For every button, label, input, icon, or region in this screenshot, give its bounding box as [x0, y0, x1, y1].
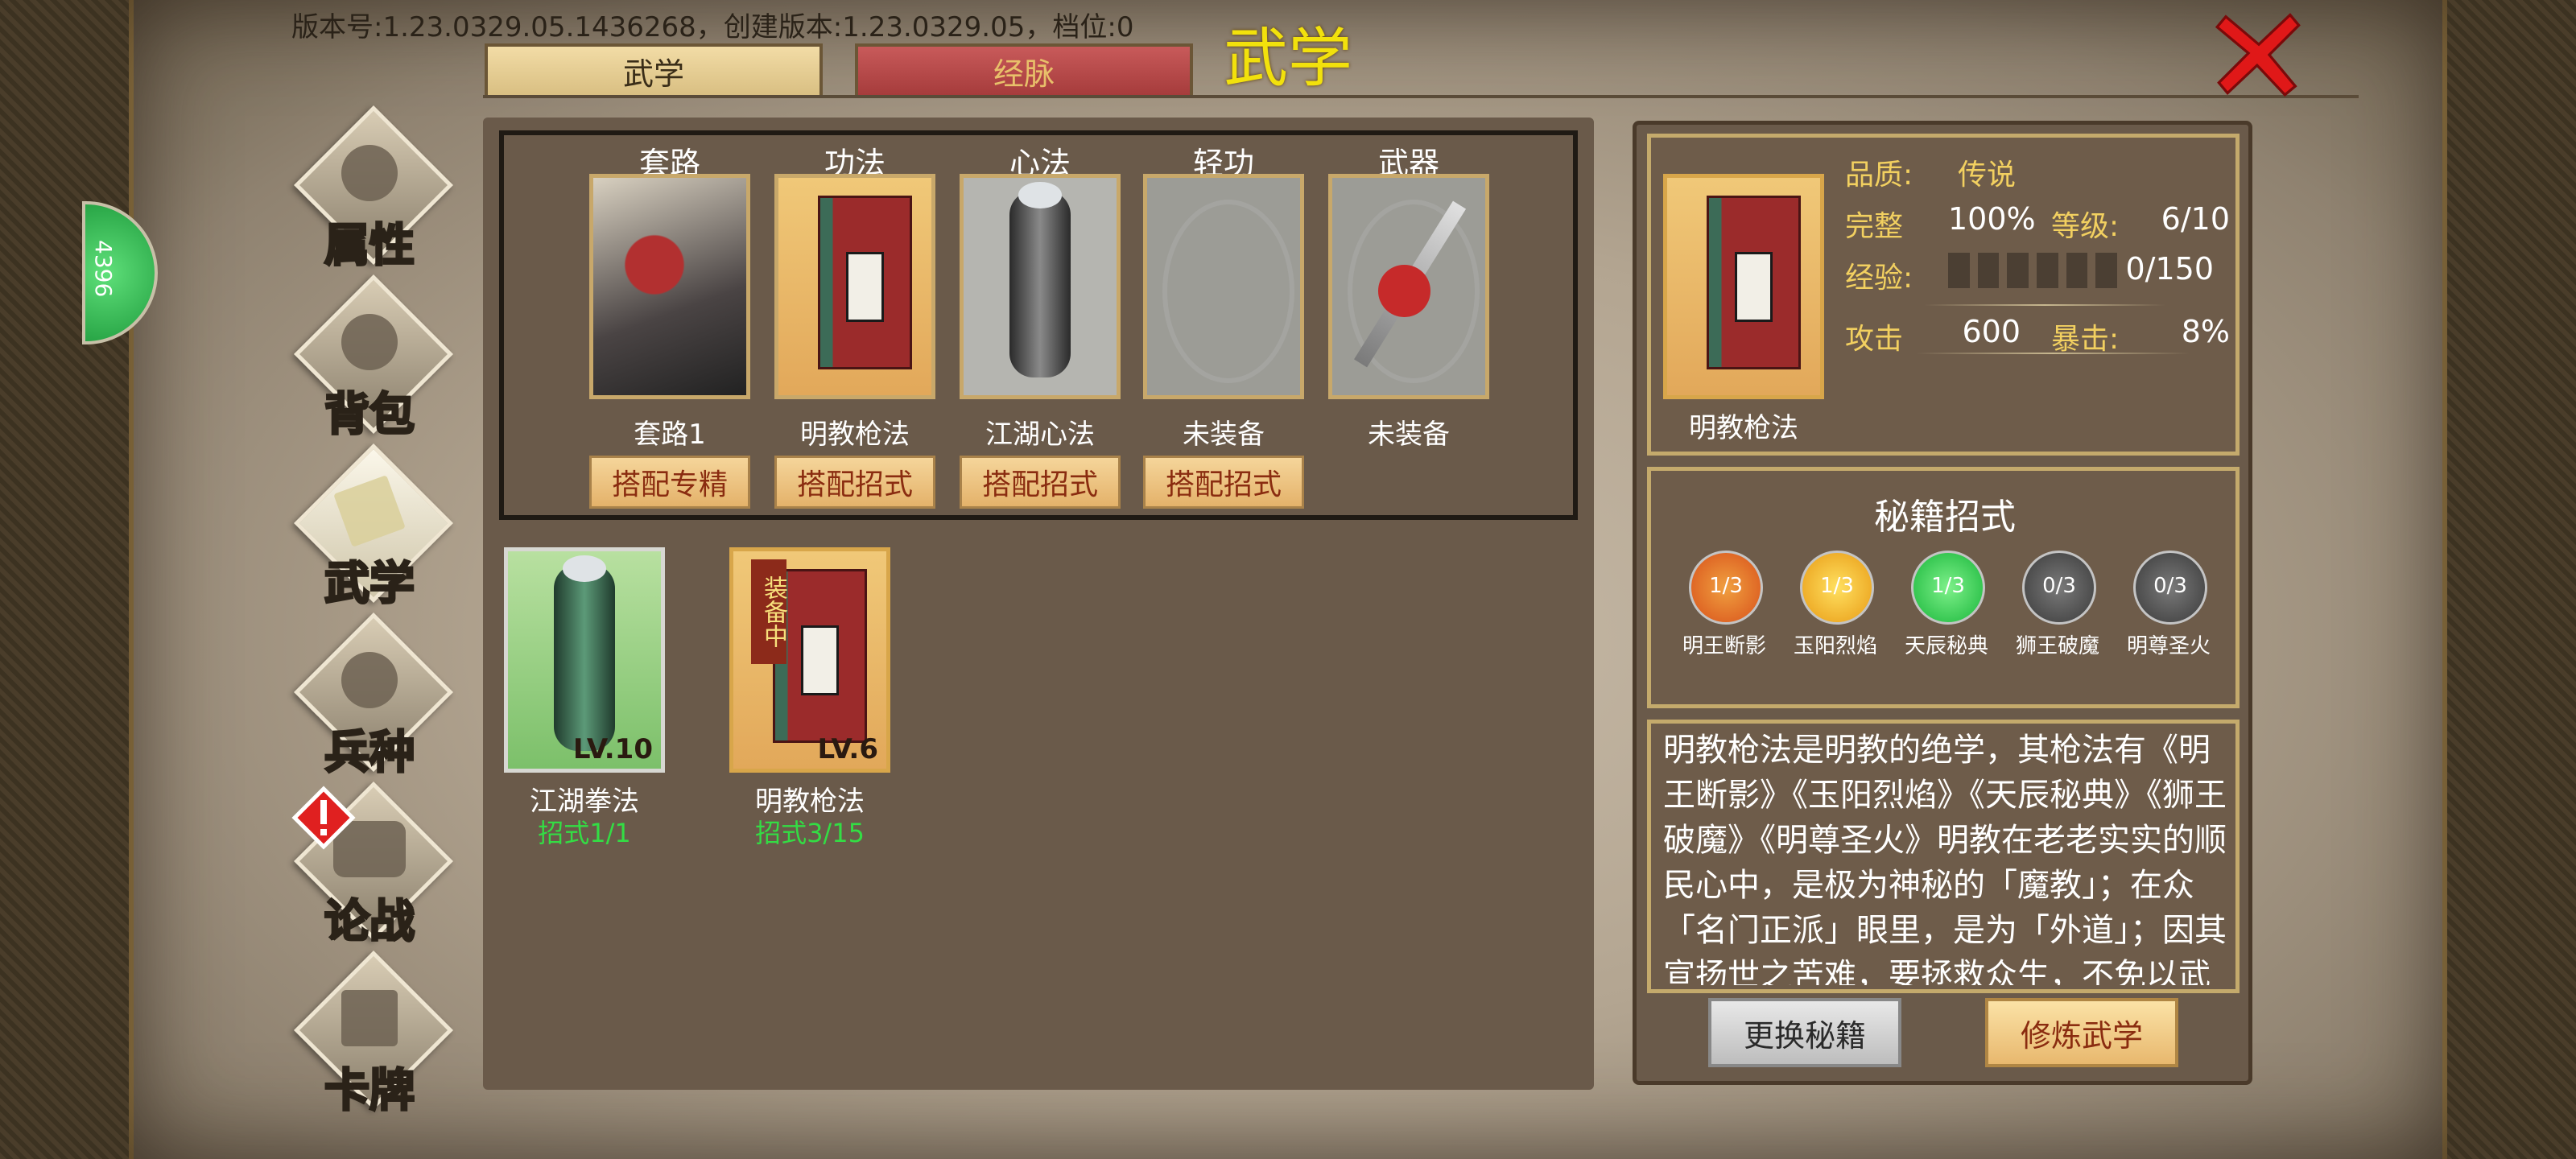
quality-label: 品质:	[1845, 159, 1913, 192]
alert-icon	[291, 786, 356, 850]
tab-meridians[interactable]: 经脉	[855, 43, 1193, 98]
sidebar-item-label: 背包	[324, 387, 416, 443]
slot-name: 明教枪法	[800, 419, 910, 451]
book-tag	[1734, 251, 1773, 322]
lock-icon: 0/3	[2022, 551, 2096, 625]
skill-name: 明王断影	[1682, 634, 1766, 658]
item-level: LV.6	[817, 733, 879, 765]
side-pull-tab-text: 4396	[90, 240, 117, 298]
divider	[1916, 353, 2190, 354]
header-divider	[483, 95, 2359, 98]
skill-item[interactable]: 1/3 天辰秘典	[1890, 551, 2003, 659]
skill-item[interactable]: 1/3 明王断影	[1668, 551, 1781, 659]
equipped-badge: 装备中	[751, 559, 787, 664]
tab-martial-arts[interactable]: 武学	[485, 43, 823, 98]
close-icon[interactable]	[2215, 10, 2302, 97]
bag-icon	[341, 314, 398, 370]
dragon-emblem-icon	[1162, 200, 1294, 383]
complete-value: 100%	[1948, 201, 2036, 237]
slot-name: 未装备	[1183, 419, 1265, 451]
match-moves-button[interactable]: 搭配招式	[960, 456, 1121, 509]
slot-card-technique[interactable]	[774, 174, 935, 399]
fire-icon: 1/3	[1800, 551, 1874, 625]
warrior-art	[593, 178, 746, 395]
divider	[1924, 304, 2165, 306]
skill-name: 玉阳烈焰	[1793, 634, 1877, 658]
book-tag	[800, 625, 840, 695]
level-value: 6/10	[2161, 201, 2230, 237]
skill-count: 1/3	[1820, 574, 1854, 598]
book-tag	[845, 251, 885, 322]
skill-name: 天辰秘典	[1904, 634, 1988, 658]
skills-title: 秘籍招式	[1874, 497, 2016, 538]
exp-progress-bar	[1948, 253, 2118, 288]
meditation-icon: 1/3	[1911, 551, 1985, 625]
sidebar-item-label: 武学	[324, 556, 416, 612]
cards-icon	[341, 990, 398, 1046]
slot-name: 未装备	[1368, 419, 1450, 451]
complete-label: 完整	[1845, 210, 1904, 243]
person-icon	[341, 145, 398, 201]
slot-name: 套路1	[634, 419, 706, 451]
sidebar-item-attributes[interactable]: 属性	[293, 105, 453, 274]
page-title: 武学	[1224, 21, 1352, 96]
slot-name: 江湖心法	[985, 419, 1095, 451]
sidebar-item-label: 论战	[324, 894, 416, 950]
match-moves-button[interactable]: 搭配招式	[774, 456, 935, 509]
skill-item[interactable]: 1/3 玉阳烈焰	[1779, 551, 1892, 659]
item-level: LV.10	[572, 733, 653, 765]
skill-count: 1/3	[1709, 574, 1743, 598]
scroll-cap	[563, 555, 606, 582]
sidebar-item-label: 兵种	[324, 725, 416, 781]
skill-name: 狮王破魔	[2015, 634, 2099, 658]
inventory-item-spear[interactable]: 装备中 LV.6	[729, 547, 890, 773]
item-moves: 招式1/1	[538, 818, 631, 848]
scroll-art	[1009, 191, 1071, 378]
spear-tassel	[1378, 265, 1430, 317]
skill-name: 明尊圣火	[2126, 634, 2211, 658]
skill-count: 0/3	[2042, 574, 2076, 598]
slot-card-weapon[interactable]	[1328, 174, 1489, 399]
lock-icon: 0/3	[2133, 551, 2207, 625]
skill-count: 1/3	[1931, 574, 1965, 598]
sidebar-item-label: 属性	[324, 218, 416, 274]
description-text[interactable]: 明教枪法是明教的绝学，其枪法有《明王断影》《玉阳烈焰》《天辰秘典》《狮王破魔》《…	[1663, 728, 2227, 985]
detail-name: 明教枪法	[1689, 412, 1798, 444]
version-text: 版本号:1.23.0329.05.1436268，创建版本:1.23.0329.…	[291, 11, 1134, 43]
train-martial-button[interactable]: 修炼武学	[1985, 998, 2178, 1067]
sidebar-item-martial[interactable]: 武学	[293, 443, 453, 612]
slot-card-mind[interactable]	[960, 174, 1121, 399]
crit-value: 8%	[2181, 314, 2230, 349]
sidebar-item-troops[interactable]: 兵种	[293, 612, 453, 781]
detail-card	[1663, 174, 1824, 399]
sidebar-item-label: 卡牌	[324, 1063, 416, 1119]
scroll-cap	[1018, 182, 1062, 208]
attack-label: 攻击	[1845, 323, 1904, 356]
skill-item[interactable]: 0/3 狮王破魔	[2001, 551, 2114, 659]
sidebar-item-cards[interactable]: 卡牌	[293, 951, 453, 1119]
slot-card-lightness[interactable]	[1143, 174, 1304, 399]
slot-card-routine[interactable]	[589, 174, 750, 399]
inventory-item-fist[interactable]: LV.10	[504, 547, 665, 773]
skill-count: 0/3	[2153, 574, 2187, 598]
quality-value: 传说	[1958, 159, 2017, 192]
horse-rider-icon	[341, 652, 398, 708]
match-specialty-button[interactable]: 搭配专精	[589, 456, 750, 509]
exp-label: 经验:	[1845, 262, 1913, 295]
sidebar-item-bag[interactable]: 背包	[293, 274, 453, 443]
scroll-art	[554, 564, 615, 752]
exp-value: 0/150	[2125, 251, 2214, 287]
replace-manual-button[interactable]: 更换秘籍	[1708, 998, 1901, 1067]
match-moves-button[interactable]: 搭配招式	[1143, 456, 1304, 509]
item-moves: 招式3/15	[755, 818, 865, 848]
skill-item[interactable]: 0/3 明尊圣火	[2112, 551, 2225, 659]
attack-value: 600	[1962, 314, 2021, 349]
flame-icon: 1/3	[1689, 551, 1763, 625]
